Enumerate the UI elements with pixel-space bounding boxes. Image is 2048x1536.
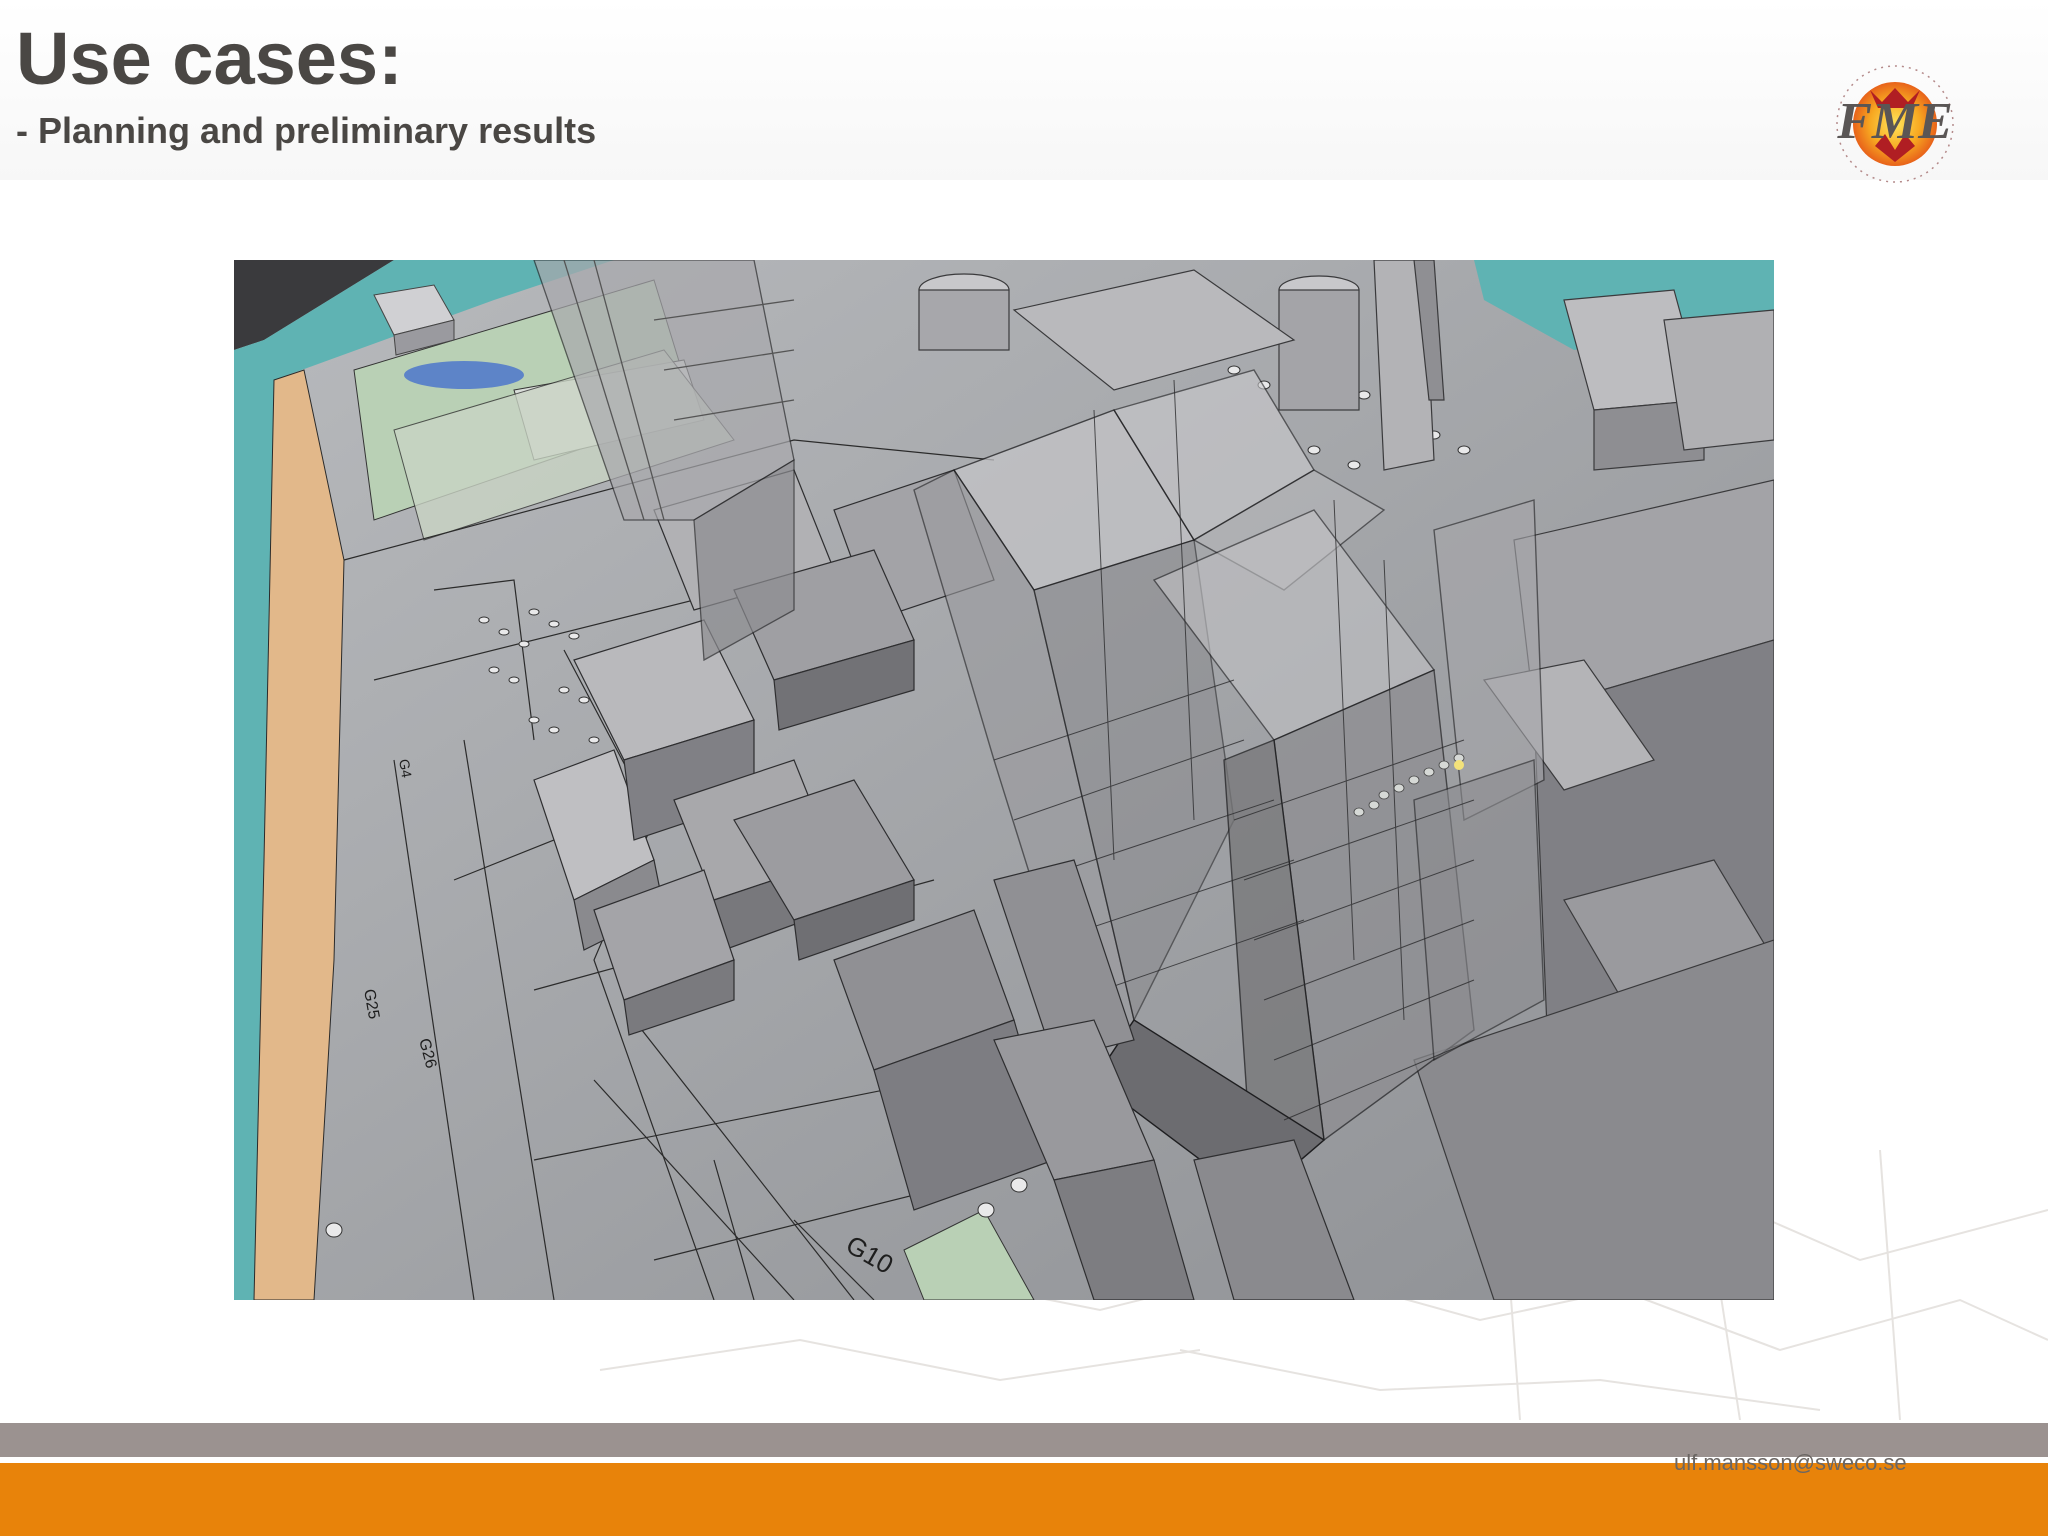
map-label-g4: G4 <box>396 758 415 779</box>
logo-text: FME <box>1836 93 1953 150</box>
page-subtitle: - Planning and preliminary results <box>16 110 597 151</box>
slide: Use cases: - Planning and preliminary re… <box>0 0 2048 1536</box>
contact-email: ulf.mansson@sweco.se <box>1674 1450 1907 1475</box>
page-title: Use cases: <box>16 17 403 100</box>
fme-logo-icon: FME <box>1836 65 1954 183</box>
city-model-image: G10 G25 G26 G4 <box>234 260 1774 1300</box>
